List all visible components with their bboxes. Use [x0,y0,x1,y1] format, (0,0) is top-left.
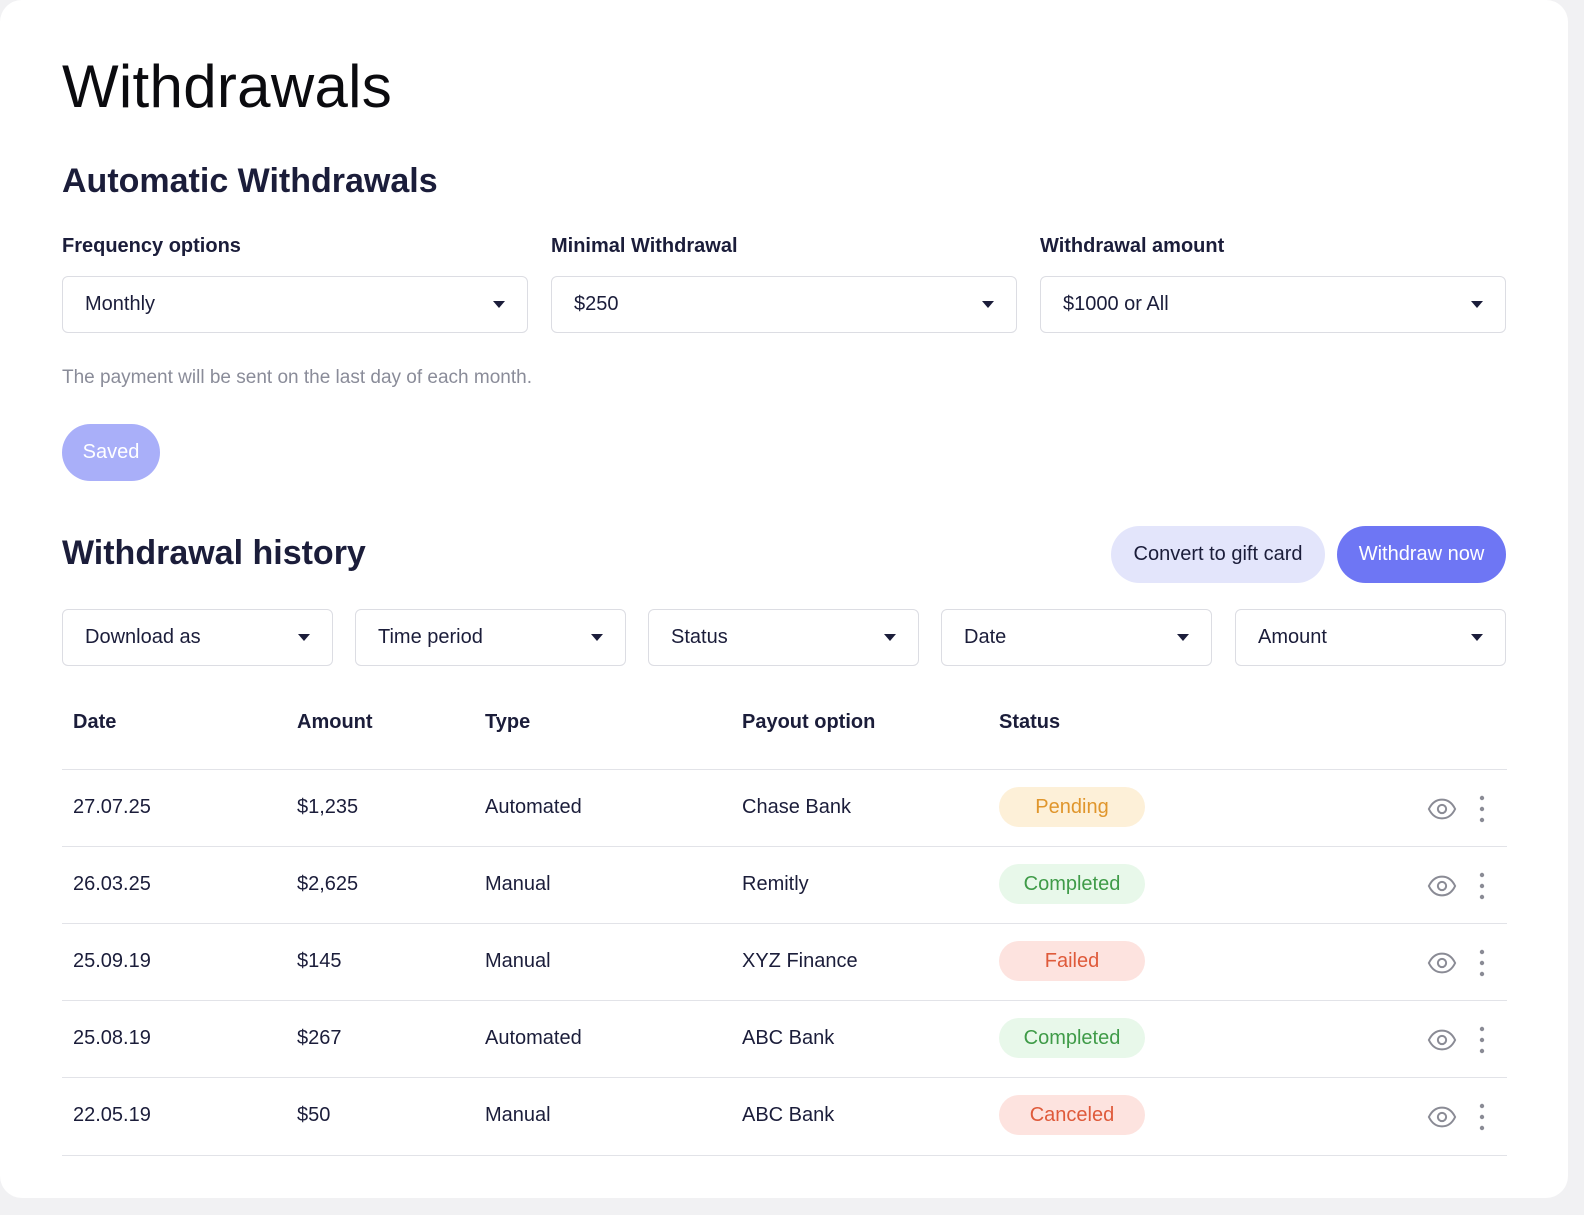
row-type: Automated [485,796,582,818]
payment-schedule-helper: The payment will be sent on the last day… [62,367,532,388]
row-amount: $1,235 [297,796,359,818]
filter-label: Status [671,626,728,648]
frequency-options-label: Frequency options [62,235,241,257]
row-payout-option: Chase Bank [742,796,851,818]
table-row: 27.07.25 $1,235 Automated Chase Bank Pen… [62,769,1507,847]
filter-status[interactable]: Status [648,609,919,666]
filter-amount[interactable]: Amount [1235,609,1506,666]
filter-date[interactable]: Date [941,609,1212,666]
caret-down-icon [298,634,310,641]
table-row: 22.05.19 $50 Manual ABC Bank Canceled [62,1077,1507,1156]
eye-icon[interactable] [1427,794,1457,824]
eye-icon[interactable] [1427,1102,1457,1132]
filter-download-as[interactable]: Download as [62,609,333,666]
caret-down-icon [884,634,896,641]
filter-label: Download as [85,626,201,648]
more-vertical-icon[interactable] [1475,794,1489,824]
table-row: 26.03.25 $2,625 Manual Remitly Completed [62,846,1507,924]
filter-label: Date [964,626,1007,648]
row-amount: $145 [297,950,342,972]
row-type: Manual [485,873,551,895]
withdrawals-card: Withdrawals Automatic Withdrawals Freque… [0,0,1568,1198]
row-payout-option: Remitly [742,873,809,895]
saved-button[interactable]: Saved [62,424,160,481]
withdraw-now-button[interactable]: Withdraw now [1337,526,1506,583]
eye-icon[interactable] [1427,1025,1457,1055]
withdrawal-history-heading: Withdrawal history [62,534,366,572]
status-badge-failed: Failed [999,941,1145,981]
row-payout-option: XYZ Finance [742,950,858,972]
status-badge-canceled: Canceled [999,1095,1145,1135]
row-type: Manual [485,950,551,972]
withdrawal-amount-label: Withdrawal amount [1040,235,1225,257]
row-date: 22.05.19 [73,1104,151,1126]
status-badge-completed: Completed [999,1018,1145,1058]
caret-down-icon [982,301,994,308]
filter-label: Amount [1258,626,1327,648]
column-header-amount: Amount [297,711,373,733]
column-header-date: Date [73,711,117,733]
row-payout-option: ABC Bank [742,1104,835,1126]
convert-to-gift-card-button[interactable]: Convert to gift card [1111,526,1325,583]
caret-down-icon [493,301,505,308]
row-type: Automated [485,1027,582,1049]
more-vertical-icon[interactable] [1475,1025,1489,1055]
frequency-options-select[interactable]: Monthly [62,276,528,333]
frequency-options-value: Monthly [85,293,156,315]
withdrawal-amount-select[interactable]: $1000 or All [1040,276,1506,333]
caret-down-icon [1177,634,1189,641]
table-row: 25.09.19 $145 Manual XYZ Finance Failed [62,923,1507,1001]
caret-down-icon [1471,301,1483,308]
minimal-withdrawal-value: $250 [574,293,619,315]
filter-time-period[interactable]: Time period [355,609,626,666]
row-date: 27.07.25 [73,796,151,818]
automatic-withdrawals-heading: Automatic Withdrawals [62,162,438,200]
row-date: 25.08.19 [73,1027,151,1049]
row-date: 25.09.19 [73,950,151,972]
more-vertical-icon[interactable] [1475,871,1489,901]
eye-icon[interactable] [1427,948,1457,978]
row-type: Manual [485,1104,551,1126]
column-header-status: Status [999,711,1061,733]
more-vertical-icon[interactable] [1475,1102,1489,1132]
table-row: 25.08.19 $267 Automated ABC Bank Complet… [62,1000,1507,1078]
row-amount: $267 [297,1027,342,1049]
status-badge-completed: Completed [999,864,1145,904]
filter-label: Time period [378,626,483,648]
row-payout-option: ABC Bank [742,1027,835,1049]
column-header-payout-option: Payout option [742,711,876,733]
minimal-withdrawal-label: Minimal Withdrawal [551,235,738,257]
withdrawal-amount-value: $1000 or All [1063,293,1169,315]
minimal-withdrawal-select[interactable]: $250 [551,276,1017,333]
eye-icon[interactable] [1427,871,1457,901]
caret-down-icon [1471,634,1483,641]
row-amount: $2,625 [297,873,359,895]
more-vertical-icon[interactable] [1475,948,1489,978]
row-date: 26.03.25 [73,873,151,895]
row-amount: $50 [297,1104,331,1126]
status-badge-pending: Pending [999,787,1145,827]
page-title: Withdrawals [62,53,393,120]
caret-down-icon [591,634,603,641]
column-header-type: Type [485,711,531,733]
